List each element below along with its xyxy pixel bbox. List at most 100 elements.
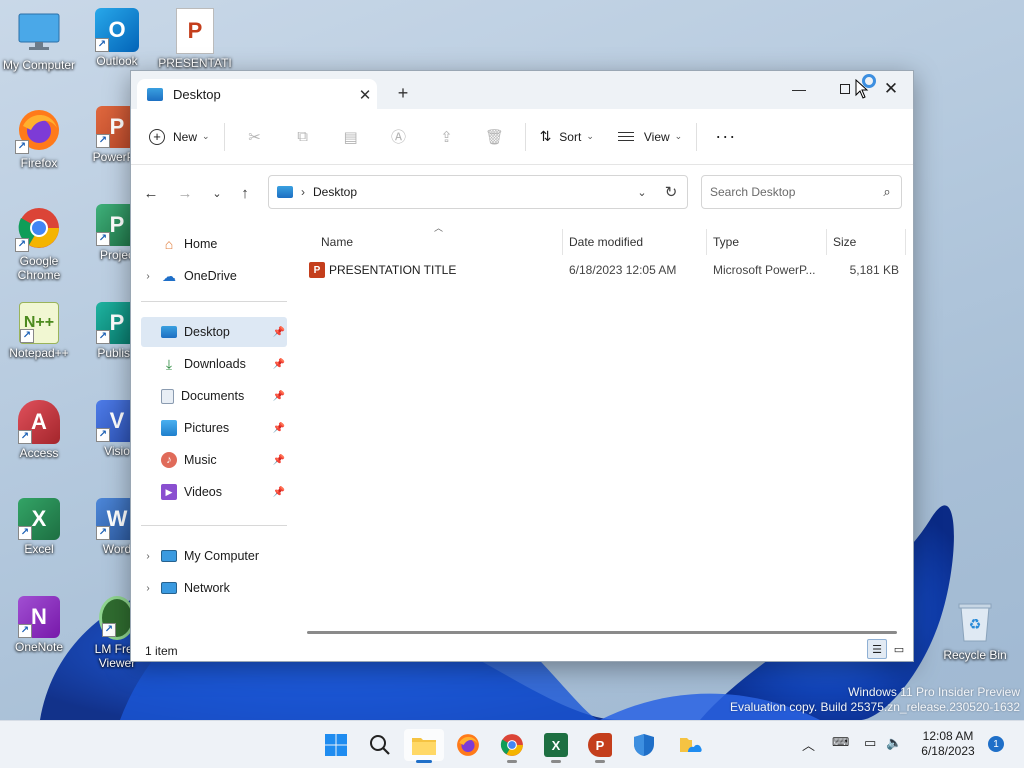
status-bar: 1 item	[131, 639, 913, 663]
column-divider[interactable]	[706, 229, 707, 255]
breadcrumb-separator: ›	[301, 185, 305, 199]
file-size: 5,181 KB	[849, 263, 899, 277]
desktop-folder-icon	[161, 326, 177, 338]
taskbar-file-explorer[interactable]	[404, 729, 444, 763]
taskbar-firefox[interactable]	[448, 729, 488, 761]
nav-item-home[interactable]: ⌂ Home	[141, 229, 287, 259]
nav-item-network[interactable]: › Network	[141, 573, 287, 603]
desktop-icon-chrome[interactable]: ↗ Google Chrome	[0, 204, 78, 282]
file-explorer-window: Desktop ✕ + — ✕ + New ⌄ ✂ ⧉ ▤ Ⓐ ⇪ 🗑 ⇅ So…	[130, 70, 914, 662]
horizontal-scrollbar[interactable]	[307, 631, 897, 634]
desktop-icon-my-computer[interactable]: My Computer	[0, 8, 78, 72]
search-box[interactable]: ⌕	[701, 175, 902, 209]
desktop-icon-excel[interactable]: X ↗ Excel	[0, 498, 78, 556]
new-tab-button[interactable]: +	[393, 83, 413, 104]
breadcrumb-desktop[interactable]: Desktop	[313, 185, 629, 199]
show-hidden-icons-button[interactable]: ︿	[802, 735, 815, 754]
column-divider[interactable]	[826, 229, 827, 255]
delete-button[interactable]: 🗑	[471, 121, 519, 153]
view-button[interactable]: View ⌄	[610, 121, 690, 153]
taskbar-chrome[interactable]	[492, 729, 532, 763]
column-divider[interactable]	[562, 229, 563, 255]
recent-locations-button[interactable]: ⌄	[205, 181, 229, 205]
nav-item-onedrive[interactable]: › ☁ OneDrive	[141, 261, 287, 291]
nav-item-music[interactable]: ♪ Music 📌	[141, 445, 287, 475]
tiles-view-button[interactable]: ▭	[889, 639, 909, 659]
rename-button[interactable]: Ⓐ	[375, 121, 423, 153]
taskbar-excel[interactable]: X	[536, 729, 576, 763]
nav-item-desktop[interactable]: Desktop 📌	[141, 317, 287, 347]
nav-label: OneDrive	[184, 269, 237, 283]
nav-item-pictures[interactable]: Pictures 📌	[141, 413, 287, 443]
desktop-icon-outlook[interactable]: O ↗ Outlook	[78, 8, 156, 68]
shortcut-arrow-icon: ↗	[96, 428, 110, 442]
volume-icon[interactable]: 🔈	[886, 735, 902, 751]
onedrive-folder-icon	[680, 738, 702, 752]
column-divider[interactable]	[905, 229, 906, 255]
taskbar-search-button[interactable]	[360, 729, 400, 761]
table-row[interactable]: P PRESENTATION TITLE 6/18/2023 12:05 AM …	[301, 255, 909, 285]
desktop-icon-notepadpp[interactable]: N++ ↗ Notepad++	[0, 302, 78, 360]
desktop-icon-onenote[interactable]: N ↗ OneNote	[0, 596, 78, 654]
shortcut-arrow-icon: ↗	[102, 623, 116, 637]
powerpoint-file-icon: P	[176, 8, 214, 54]
forward-button[interactable]: →	[173, 181, 197, 205]
command-bar: + New ⌄ ✂ ⧉ ▤ Ⓐ ⇪ 🗑 ⇅ Sort ⌄ View ⌄ ···	[131, 109, 913, 165]
pin-icon: 📌	[272, 422, 285, 434]
column-header-type[interactable]: Type	[713, 235, 739, 255]
column-header-name[interactable]: Name	[321, 235, 353, 255]
nav-item-downloads[interactable]: ⤓ Downloads 📌	[141, 349, 287, 379]
minimize-button[interactable]: —	[777, 75, 821, 103]
onenote-icon: N ↗	[18, 596, 60, 638]
sort-button[interactable]: ⇅ Sort ⌄	[532, 121, 602, 153]
back-button[interactable]: ←	[139, 181, 163, 205]
desktop-icon-access[interactable]: A ↗ Access	[0, 400, 78, 460]
search-input[interactable]	[710, 185, 873, 199]
network-status-icon[interactable]: ▭	[864, 735, 876, 751]
keyboard-icon[interactable]: ⌨	[832, 735, 849, 749]
nav-item-videos[interactable]: ▶ Videos 📌	[141, 477, 287, 507]
desktop-icon-recycle-bin[interactable]: ♻ Recycle Bin	[936, 598, 1014, 662]
start-button[interactable]	[316, 729, 356, 761]
network-icon	[161, 582, 177, 594]
nav-label: My Computer	[184, 549, 260, 563]
chevron-down-icon: ⌄	[202, 131, 210, 141]
desktop-icon-firefox[interactable]: ↗ Firefox	[0, 106, 78, 170]
chevron-right-icon[interactable]: ›	[141, 583, 155, 594]
notification-badge[interactable]: 1	[988, 736, 1004, 752]
cut-button[interactable]: ✂	[231, 121, 279, 153]
sort-ascending-icon: ︿	[434, 223, 444, 233]
close-tab-icon[interactable]: ✕	[353, 86, 377, 104]
address-bar[interactable]: › Desktop ⌄ ↻	[268, 175, 688, 209]
taskbar-powerpoint[interactable]: P	[580, 729, 620, 763]
tab-desktop[interactable]: Desktop ✕	[137, 79, 377, 110]
up-button[interactable]: ↑	[233, 181, 257, 205]
nav-item-my-computer[interactable]: › My Computer	[141, 541, 287, 571]
more-options-button[interactable]: ···	[703, 126, 748, 147]
chevron-right-icon[interactable]: ›	[141, 551, 155, 562]
refresh-button[interactable]: ↻	[655, 183, 687, 201]
running-indicator	[507, 760, 517, 763]
copy-icon: ⧉	[297, 128, 308, 145]
share-button[interactable]: ⇪	[423, 121, 471, 153]
details-view-button[interactable]: ☰	[867, 639, 887, 659]
address-history-button[interactable]: ⌄	[629, 186, 655, 199]
file-explorer-icon	[412, 738, 436, 755]
paste-button[interactable]: ▤	[327, 121, 375, 153]
search-icon	[370, 735, 390, 755]
chevron-right-icon[interactable]: ›	[141, 271, 155, 282]
nav-label: Desktop	[184, 325, 230, 339]
arrow-up-icon: ↑	[241, 184, 249, 202]
file-name: PRESENTATION TITLE	[329, 263, 457, 277]
taskbar-onedrive-folder[interactable]	[670, 729, 710, 761]
desktop-icon-presentation[interactable]: P PRESENTATI	[156, 8, 234, 70]
column-header-date[interactable]: Date modified	[569, 235, 643, 255]
system-clock[interactable]: 12:08 AM 6/18/2023	[912, 729, 984, 759]
new-button[interactable]: + New ⌄	[141, 121, 218, 153]
trash-icon: 🗑	[485, 128, 505, 146]
nav-item-documents[interactable]: Documents 📌	[141, 381, 287, 411]
divider	[223, 122, 225, 151]
taskbar-defender[interactable]	[624, 729, 664, 761]
copy-button[interactable]: ⧉	[279, 121, 327, 153]
column-header-size[interactable]: Size	[833, 235, 856, 255]
